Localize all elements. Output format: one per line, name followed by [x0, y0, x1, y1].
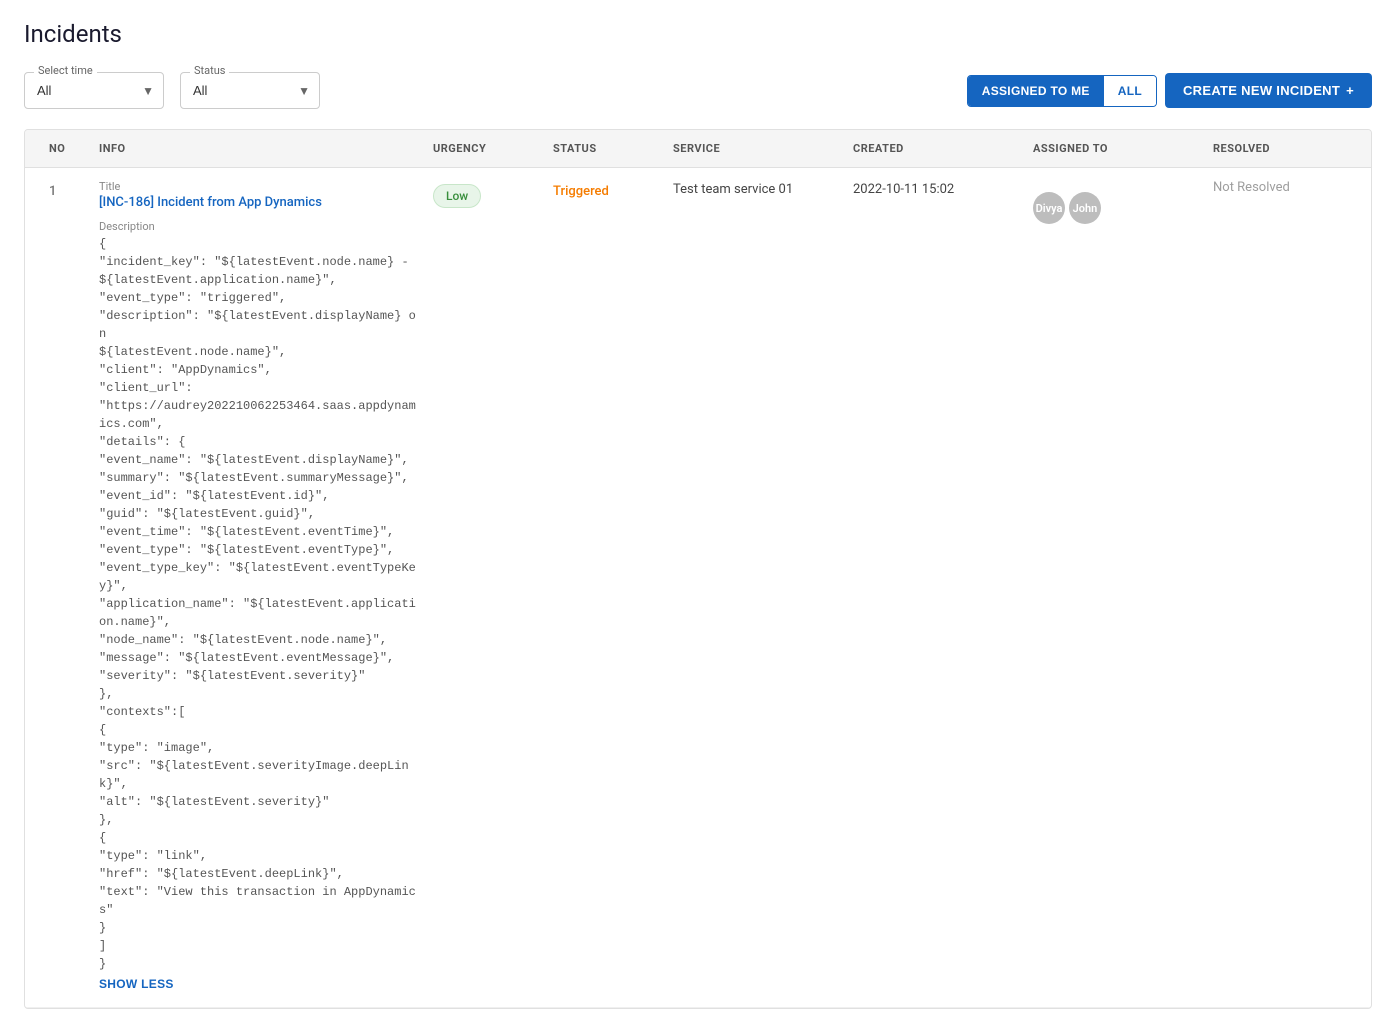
row-assigned-to: Divya John	[1025, 168, 1205, 236]
assigned-avatars-group: Divya John	[1033, 180, 1197, 224]
assigned-to-me-button[interactable]: ASSIGNED TO ME	[968, 76, 1104, 106]
resolved-value: Not Resolved	[1213, 166, 1290, 195]
col-header-info: INFO	[91, 130, 425, 167]
row-status: Triggered	[545, 168, 665, 211]
col-header-created: CREATED	[845, 130, 1025, 167]
incident-title-text: [INC-186] Incident from App Dynamics	[99, 195, 322, 210]
col-header-no: NO	[41, 130, 91, 167]
avatar-divya: Divya	[1033, 192, 1065, 224]
col-header-resolved: RESOLVED	[1205, 130, 1355, 167]
avatar-john: John	[1069, 192, 1101, 224]
desc-content: { "incident_key": "${latestEvent.node.na…	[99, 235, 417, 973]
row-resolved: Not Resolved	[1205, 168, 1355, 207]
col-header-status: STATUS	[545, 130, 665, 167]
select-status-label: Status	[190, 64, 229, 77]
table-row: 1 Title [INC-186] Incident from App Dyna…	[25, 168, 1371, 1008]
toolbar: Select time All Last 1 hour Last 24 hour…	[24, 72, 1372, 109]
col-header-urgency: URGENCY	[425, 130, 545, 167]
toggle-btn-group: ASSIGNED TO ME ALL	[967, 75, 1157, 107]
row-urgency: Low	[425, 168, 545, 220]
page-title: Incidents	[24, 20, 1372, 48]
table-header: NO INFO URGENCY STATUS SERVICE CREATED A…	[25, 130, 1371, 168]
row-info-cell: Title [INC-186] Incident from App Dynami…	[91, 168, 425, 1007]
filter-group: Select time All Last 1 hour Last 24 hour…	[24, 72, 951, 109]
create-plus-icon: +	[1346, 83, 1354, 98]
incidents-table: NO INFO URGENCY STATUS SERVICE CREATED A…	[24, 129, 1372, 1009]
title-label: Title	[99, 180, 417, 193]
select-time-wrapper: Select time All Last 1 hour Last 24 hour…	[24, 72, 164, 109]
row-service: Test team service 01	[665, 168, 845, 209]
show-less-button[interactable]: SHOW LESS	[99, 973, 174, 995]
incident-title-link[interactable]: [INC-186] Incident from App Dynamics	[99, 195, 322, 210]
select-time-input[interactable]: All Last 1 hour Last 24 hours Last 7 day…	[24, 72, 164, 109]
col-header-assigned-to: ASSIGNED TO	[1025, 130, 1205, 167]
desc-label: Description	[99, 220, 417, 233]
select-status-wrapper: Status All Triggered Acknowledged Resolv…	[180, 72, 320, 109]
page-container: Incidents Select time All Last 1 hour La…	[0, 0, 1396, 1029]
status-value: Triggered	[553, 184, 609, 199]
row-no: 1	[41, 168, 91, 211]
all-button[interactable]: ALL	[1104, 76, 1156, 106]
create-button-label: CREATE NEW INCIDENT	[1183, 83, 1340, 98]
toolbar-right: ASSIGNED TO ME ALL CREATE NEW INCIDENT +	[967, 73, 1372, 108]
row-created: 2022-10-11 15:02	[845, 168, 1025, 209]
select-status-input[interactable]: All Triggered Acknowledged Resolved	[180, 72, 320, 109]
select-time-label: Select time	[34, 64, 97, 77]
urgency-badge: Low	[433, 184, 481, 208]
create-new-incident-button[interactable]: CREATE NEW INCIDENT +	[1165, 73, 1372, 108]
col-header-service: SERVICE	[665, 130, 845, 167]
